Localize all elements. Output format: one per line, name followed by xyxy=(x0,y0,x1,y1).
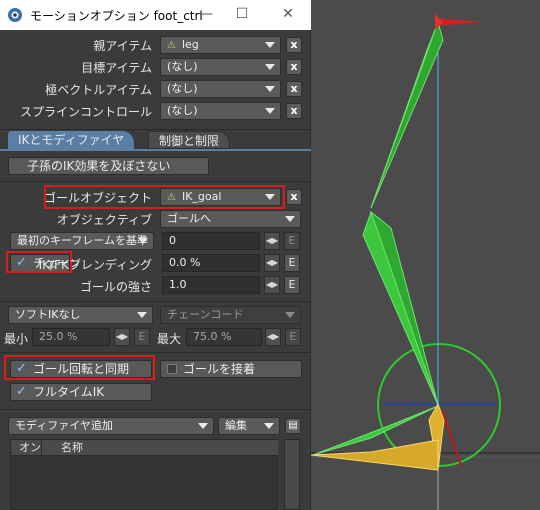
chevron-down-icon xyxy=(264,423,274,429)
chevron-down-icon xyxy=(265,108,275,114)
min-field[interactable]: 25.0 % xyxy=(32,328,110,346)
close-button[interactable]: ✕ xyxy=(268,0,308,30)
add-modifier-dropdown[interactable]: モディファイヤ追加 xyxy=(8,417,214,435)
envelope-button[interactable]: E xyxy=(285,328,301,346)
tab-control-limits[interactable]: 制御と制限 xyxy=(148,131,231,149)
window-title: モーションオプション foot_ctrl xyxy=(30,9,203,23)
column-divider xyxy=(41,440,42,456)
no-child-ik-toggle[interactable]: 子孫のIK効果を及ぼさない xyxy=(8,157,209,175)
maximize-button[interactable]: ☐ xyxy=(222,0,262,30)
slider-control-icon[interactable]: ◀▶ xyxy=(114,328,130,346)
spline-control-label: スプラインコントロール xyxy=(19,105,152,119)
max-label: 最大 xyxy=(157,332,182,346)
divider xyxy=(0,301,311,302)
max-field[interactable]: 75.0 % xyxy=(186,328,262,346)
pole-vector-dropdown[interactable]: (なし) xyxy=(160,80,281,98)
bone-icon: ⚠ xyxy=(167,40,176,51)
column-name: 名称 xyxy=(61,441,83,454)
full-time-ik-checkbox[interactable]: ✓ フルタイムIK xyxy=(10,383,152,401)
checkmark-icon: ✓ xyxy=(16,384,27,399)
ik-fk-blend-label: IK/FKブレンディング xyxy=(38,258,152,272)
chevron-down-icon xyxy=(285,216,295,222)
ik-fk-blend-field[interactable]: 0.0 % xyxy=(162,254,260,272)
chevron-down-icon xyxy=(137,312,147,318)
chevron-down-icon xyxy=(285,312,295,318)
clear-goal-button[interactable]: x xyxy=(286,189,302,205)
clear-target-button[interactable]: x xyxy=(286,59,302,75)
min-label: 最小 xyxy=(4,332,29,346)
pole-vector-label: 極ベクトルアイテム xyxy=(45,83,152,97)
stick-to-goal-checkbox[interactable]: ゴールを接着 xyxy=(160,360,302,378)
target-item-label: 目標アイテム xyxy=(81,61,152,75)
chevron-down-icon xyxy=(265,86,275,92)
envelope-button[interactable]: E xyxy=(284,276,300,294)
goal-strength-field[interactable]: 1.0 xyxy=(162,276,260,294)
divider xyxy=(0,409,311,410)
clear-pole-button[interactable]: x xyxy=(286,81,302,97)
3d-viewport[interactable] xyxy=(311,0,540,510)
soft-ik-dropdown[interactable]: ソフトIKなし xyxy=(8,306,153,324)
envelope-button[interactable]: E xyxy=(134,328,150,346)
minimize-button[interactable]: — xyxy=(186,0,226,30)
modifier-list-header: オン 名称 xyxy=(11,440,278,456)
modifier-list-scrollbar[interactable] xyxy=(284,439,300,510)
objective-dropdown[interactable]: ゴールへ xyxy=(160,210,301,228)
envelope-button[interactable]: E xyxy=(284,232,300,250)
modifier-list[interactable]: オン 名称 xyxy=(10,439,278,510)
tab-underline xyxy=(0,149,311,151)
highlight-box xyxy=(4,355,155,380)
clipboard-icon[interactable]: ▤ xyxy=(285,418,301,434)
first-keyframe-dropdown[interactable]: 最初のキーフレームを基準 xyxy=(10,232,154,250)
slider-control-icon[interactable]: ◀▶ xyxy=(265,328,281,346)
divider xyxy=(0,129,311,130)
target-item-dropdown[interactable]: (なし) xyxy=(160,58,281,76)
chevron-down-icon xyxy=(198,423,208,429)
envelope-button[interactable]: E xyxy=(284,254,300,272)
skeleton-drawing xyxy=(311,14,540,510)
goal-strength-label: ゴールの強さ xyxy=(79,280,152,294)
clear-parent-button[interactable]: x xyxy=(286,37,302,53)
chevron-down-icon xyxy=(138,238,148,244)
chevron-down-icon xyxy=(265,42,275,48)
checkbox-empty-icon xyxy=(167,364,177,374)
parent-item-label: 親アイテム xyxy=(93,39,152,53)
highlight-box xyxy=(44,185,285,209)
slider-control-icon[interactable]: ◀▶ xyxy=(264,232,280,250)
tab-ik-modifiers[interactable]: IKとモディファイヤ xyxy=(8,131,135,149)
slider-control-icon[interactable]: ◀▶ xyxy=(264,254,280,272)
motion-options-panel: モーションオプション foot_ctrl — ☐ ✕ 親アイテム ⚠ leg x … xyxy=(0,0,311,510)
column-on: オン xyxy=(19,441,41,454)
divider xyxy=(0,181,311,182)
spline-control-dropdown[interactable]: (なし) xyxy=(160,102,281,120)
divider xyxy=(0,352,311,353)
objective-label: オブジェクティブ xyxy=(56,213,152,227)
title-bar: モーションオプション foot_ctrl — ☐ ✕ xyxy=(0,0,311,30)
slider-control-icon[interactable]: ◀▶ xyxy=(264,276,280,294)
chain-code-dropdown[interactable]: チェーンコード xyxy=(160,306,301,324)
app-icon xyxy=(8,8,22,22)
parent-item-dropdown[interactable]: ⚠ leg xyxy=(160,36,281,54)
first-keyframe-field[interactable]: 0 xyxy=(162,232,260,250)
chevron-down-icon xyxy=(265,64,275,70)
edit-dropdown[interactable]: 編集 xyxy=(218,417,280,435)
clear-spline-button[interactable]: x xyxy=(286,103,302,119)
